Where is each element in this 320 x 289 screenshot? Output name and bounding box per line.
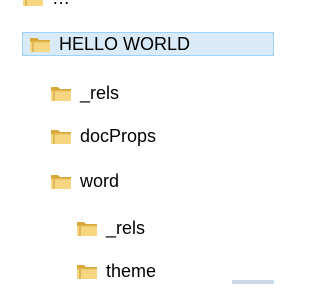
tree-item-theme[interactable]: theme bbox=[76, 259, 156, 283]
horizontal-scrollbar[interactable] bbox=[232, 280, 274, 284]
tree-item-word-rels[interactable]: _rels bbox=[76, 216, 145, 240]
tree-item-label: word bbox=[80, 171, 120, 191]
folder-icon bbox=[50, 84, 72, 102]
tree-item-label: _rels bbox=[80, 83, 120, 103]
tree-item-label: … bbox=[52, 0, 70, 10]
folder-icon bbox=[76, 262, 98, 280]
tree-item-label: theme bbox=[106, 261, 157, 281]
tree-item-word[interactable]: word bbox=[50, 169, 119, 193]
folder-tree: … HELLO WORLD _rels docProps word _rels … bbox=[0, 0, 274, 289]
tree-item-label: _rels bbox=[106, 218, 146, 238]
folder-icon bbox=[76, 219, 98, 237]
tree-item-label: HELLO WORLD bbox=[59, 34, 191, 54]
folder-icon bbox=[22, 0, 44, 7]
tree-item-clipped[interactable]: … bbox=[22, 0, 70, 10]
folder-icon bbox=[50, 127, 72, 145]
tree-item-hello-world[interactable]: HELLO WORLD bbox=[22, 32, 274, 56]
folder-icon bbox=[29, 35, 51, 53]
tree-item-docprops[interactable]: docProps bbox=[50, 124, 156, 148]
tree-item-label: docProps bbox=[80, 126, 157, 146]
tree-item-rels[interactable]: _rels bbox=[50, 81, 119, 105]
folder-icon bbox=[50, 172, 72, 190]
